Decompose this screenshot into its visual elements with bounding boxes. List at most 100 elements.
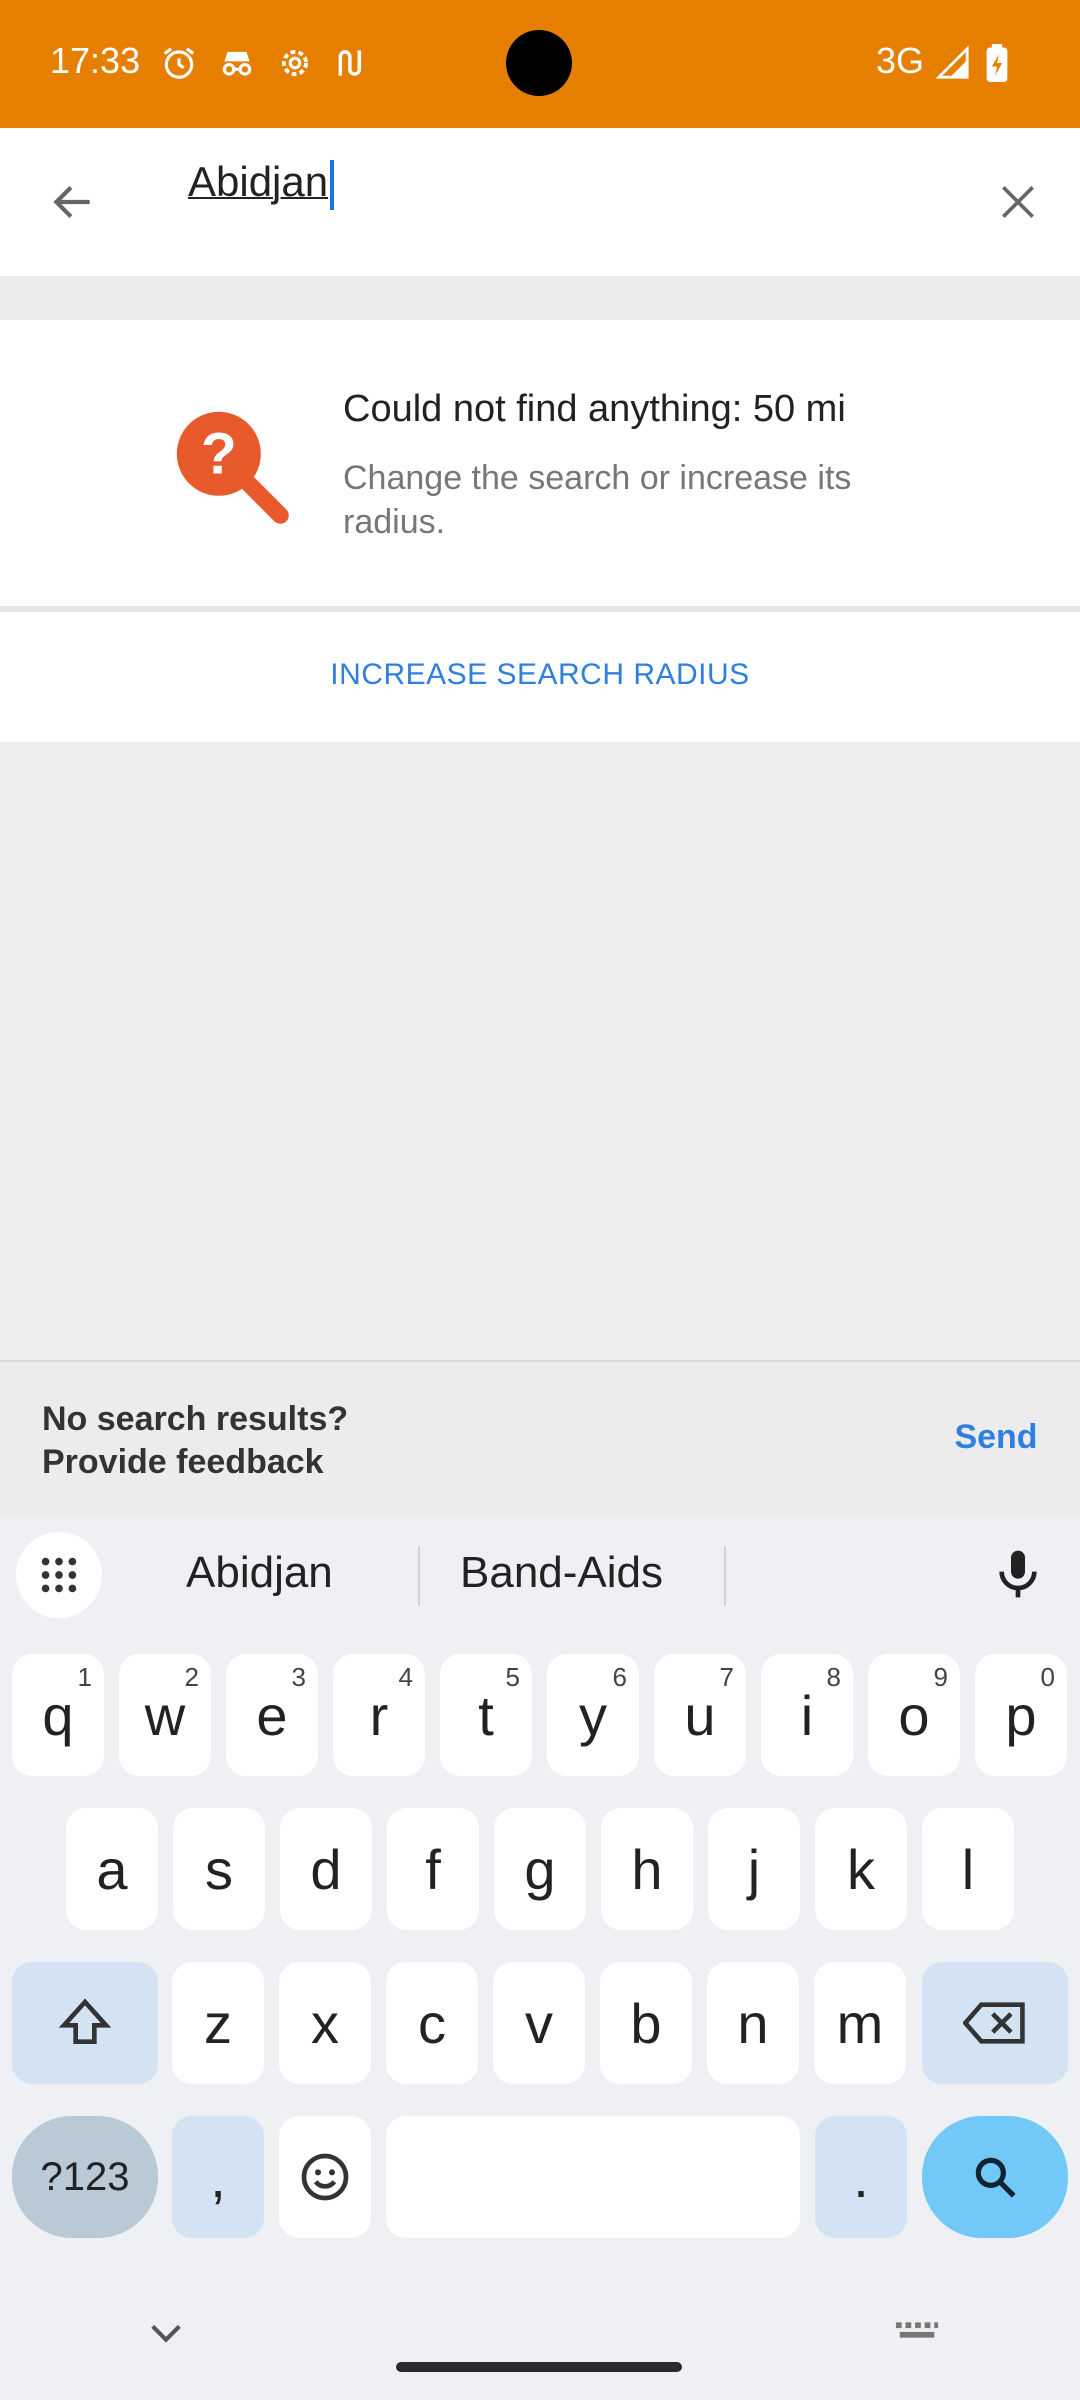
key-c[interactable]: c [386, 1962, 478, 2084]
key-m[interactable]: m [814, 1962, 906, 2084]
incognito-icon [222, 51, 252, 76]
period-key[interactable]: . [815, 2116, 907, 2238]
key-q-label: q [42, 1683, 74, 1747]
alarm-icon [163, 47, 195, 79]
section-divider [0, 276, 1080, 320]
key-t-label: t [478, 1683, 494, 1747]
key-k[interactable]: k [815, 1808, 907, 1930]
shift-key[interactable] [12, 1962, 158, 2084]
key-f[interactable]: f [387, 1808, 479, 1930]
suggestion-divider [724, 1546, 726, 1606]
key-e-label: e [256, 1683, 288, 1747]
back-button[interactable] [0, 128, 146, 276]
key-s[interactable]: s [173, 1808, 265, 1930]
search-question-icon: ? [176, 411, 289, 524]
key-c-label: c [418, 1991, 446, 2055]
key-y[interactable]: y6 [547, 1654, 639, 1776]
clear-x-icon [1001, 186, 1034, 218]
backspace-icon [963, 2002, 1025, 2044]
key-j[interactable]: j [708, 1808, 800, 1930]
key-z[interactable]: z [172, 1962, 264, 2084]
key-q[interactable]: q1 [12, 1654, 104, 1776]
key-g-label: g [524, 1837, 556, 1901]
key-h[interactable]: h [601, 1808, 693, 1930]
key-w[interactable]: w2 [119, 1654, 211, 1776]
feedback-text: No search results? Provide feedback [42, 1398, 348, 1484]
search-key[interactable] [922, 2116, 1068, 2238]
status-time: 17:33 [50, 40, 141, 81]
key-hint-3: 3 [291, 1662, 306, 1692]
key-n[interactable]: n [707, 1962, 799, 2084]
text-cursor [330, 159, 335, 210]
key-hint-7: 7 [719, 1662, 734, 1692]
clear-search-button[interactable] [955, 128, 1080, 276]
key-u[interactable]: u7 [654, 1654, 746, 1776]
microphone-icon[interactable] [990, 1544, 1046, 1604]
search-input-text: Abidjan [188, 158, 329, 205]
back-arrow-icon [53, 185, 90, 219]
key-hint-0: 0 [1040, 1662, 1055, 1692]
key-g[interactable]: g [494, 1808, 586, 1930]
key-z-label: z [204, 1991, 232, 2055]
key-n-label: n [737, 1991, 769, 2055]
backspace-key[interactable] [922, 1962, 1068, 2084]
suggestion-divider [418, 1546, 420, 1606]
symbols-key[interactable]: ?123 [12, 2116, 158, 2238]
key-y-label: y [579, 1683, 607, 1747]
keyboard-apps-button[interactable] [16, 1532, 102, 1618]
empty-state-subtitle: Change the search or increase its radius… [343, 459, 852, 541]
key-r[interactable]: r4 [333, 1654, 425, 1776]
key-w-label: w [144, 1683, 186, 1747]
search-bar: Abidjan [0, 128, 1080, 276]
key-i-label: i [800, 1683, 814, 1747]
search-input[interactable]: Abidjan [188, 158, 948, 244]
key-x-label: x [311, 1991, 339, 2055]
settings-gear-icon [281, 49, 309, 77]
symbols-key-label: ?123 [40, 2154, 130, 2199]
key-k-label: k [847, 1837, 875, 1901]
key-t[interactable]: t5 [440, 1654, 532, 1776]
comma-key-label: , [210, 2145, 226, 2209]
comma-key[interactable]: , [172, 2116, 264, 2238]
home-indicator[interactable] [396, 2362, 682, 2372]
key-e[interactable]: e3 [226, 1654, 318, 1776]
key-i[interactable]: i8 [761, 1654, 853, 1776]
key-p[interactable]: p0 [975, 1654, 1067, 1776]
key-b[interactable]: b [600, 1962, 692, 2084]
key-d[interactable]: d [280, 1808, 372, 1930]
feedback-line2: Provide feedback [42, 1443, 324, 1481]
feedback-bar: No search results? Provide feedback Send [0, 1360, 1080, 1516]
suggestion-2[interactable]: Band-Aids [460, 1548, 663, 1598]
space-key[interactable] [386, 2116, 800, 2238]
key-s-label: s [205, 1837, 233, 1901]
empty-state: ? Could not find anything: 50 mi Change … [0, 320, 1080, 606]
key-hint-2: 2 [184, 1662, 199, 1692]
key-hint-5: 5 [505, 1662, 520, 1692]
key-r-label: r [369, 1683, 389, 1747]
key-a[interactable]: a [66, 1808, 158, 1930]
emoji-icon [301, 2153, 349, 2201]
key-j-label: j [747, 1837, 761, 1901]
feedback-line1: No search results? [42, 1400, 349, 1438]
radius-row: INCREASE SEARCH RADIUS [0, 612, 1080, 742]
emoji-key[interactable] [279, 2116, 371, 2238]
search-icon [975, 2157, 1016, 2198]
key-l-label: l [961, 1837, 975, 1901]
send-feedback-button[interactable]: Send [934, 1394, 1058, 1480]
key-d-label: d [310, 1837, 342, 1901]
key-v-label: v [525, 1991, 553, 2055]
key-p-label: p [1005, 1683, 1037, 1747]
key-v[interactable]: v [493, 1962, 585, 2084]
front-camera [506, 30, 572, 96]
suggestion-1[interactable]: Abidjan [186, 1548, 333, 1598]
keyboard-switch-icon[interactable] [894, 2320, 940, 2340]
suggestion-strip: Abidjan Band-Aids [0, 1516, 1080, 1632]
key-a-label: a [96, 1837, 128, 1901]
vpn-key-icon [338, 50, 362, 76]
hide-keyboard-icon[interactable] [146, 2320, 186, 2346]
key-x[interactable]: x [279, 1962, 371, 2084]
svg-text:?: ? [201, 421, 237, 486]
increase-radius-button[interactable]: INCREASE SEARCH RADIUS [42, 632, 1038, 718]
key-o[interactable]: o9 [868, 1654, 960, 1776]
key-l[interactable]: l [922, 1808, 1014, 1930]
